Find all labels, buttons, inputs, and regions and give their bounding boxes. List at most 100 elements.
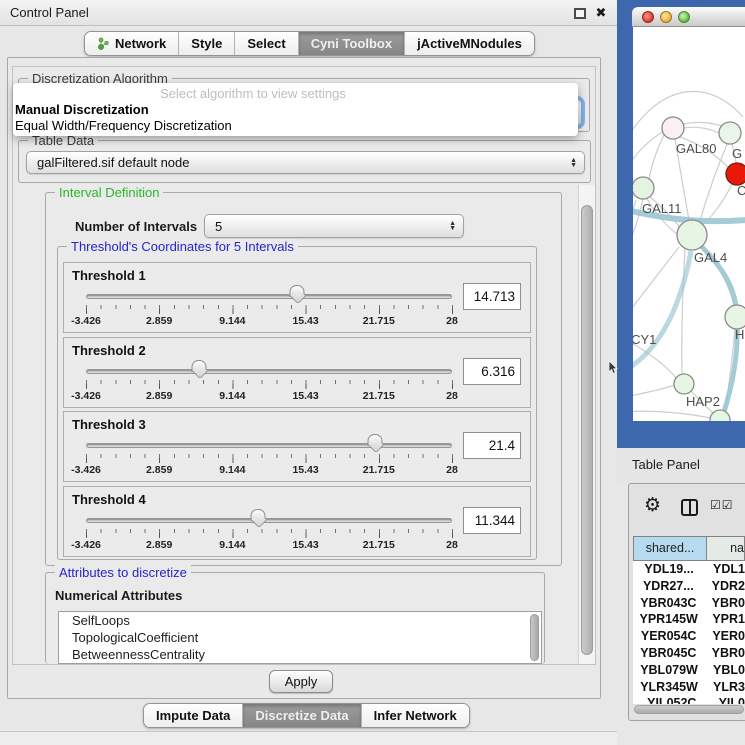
label-g-cut: G bbox=[732, 146, 742, 161]
window-close-icon[interactable] bbox=[642, 11, 654, 23]
attributes-list-scrollbar[interactable] bbox=[530, 614, 539, 661]
cell-name[interactable]: YBL0 bbox=[705, 662, 745, 679]
network-window-titlebar[interactable] bbox=[632, 7, 745, 27]
table-row[interactable]: YPR145WYPR1 bbox=[633, 611, 745, 628]
threshold-1-slider-track[interactable] bbox=[86, 294, 452, 299]
number-of-intervals-combobox[interactable]: 5 ▲▼ bbox=[204, 214, 464, 238]
threshold-4-row: Threshold 4 -3.4262.8599.14415.4321.7152… bbox=[63, 486, 531, 557]
threshold-2-slider-track[interactable] bbox=[86, 369, 452, 374]
tick-label: 28 bbox=[446, 390, 458, 402]
numerical-attributes-list[interactable]: SelfLoopsTopologicalCoefficientBetweenne… bbox=[58, 611, 542, 664]
threshold-3-label: Threshold 3 bbox=[72, 417, 146, 432]
combo-arrows-icon: ▲▼ bbox=[449, 221, 456, 231]
tab-select[interactable]: Select bbox=[234, 32, 297, 55]
tab-impute-data[interactable]: Impute Data bbox=[144, 704, 242, 727]
threshold-1-row: Threshold 1 -3.4262.8599.14415.4321.7152… bbox=[63, 262, 531, 333]
node-hap2[interactable] bbox=[674, 374, 694, 394]
cell-name[interactable]: YLR3 bbox=[705, 679, 745, 696]
tick-label: -3.426 bbox=[71, 539, 101, 551]
table-row[interactable]: YBL079WYBL0 bbox=[633, 662, 745, 679]
table-panel-titlebar: Table Panel bbox=[617, 448, 745, 482]
threshold-2-value-field[interactable]: 6.316 bbox=[463, 358, 521, 385]
close-icon[interactable]: ✖ bbox=[593, 4, 609, 22]
cell-name[interactable]: YDR2 bbox=[704, 578, 745, 595]
cell-shared-name[interactable]: YER054C bbox=[633, 628, 704, 645]
tab-network[interactable]: Network bbox=[85, 32, 178, 55]
cell-name[interactable]: YPR1 bbox=[704, 611, 745, 628]
tab-discretize-data-label: Discretize Data bbox=[255, 708, 348, 723]
node-gal80[interactable] bbox=[662, 117, 684, 139]
threshold-1-value-field[interactable]: 14.713 bbox=[463, 283, 521, 310]
gear-icon[interactable]: ⚙ bbox=[644, 494, 661, 517]
label-gcy1: GCY1 bbox=[633, 332, 656, 347]
table-row[interactable]: YDL19...YDL1 bbox=[633, 561, 745, 578]
label-h-cut: H bbox=[735, 327, 744, 342]
cell-shared-name[interactable]: YPR145W bbox=[633, 611, 704, 628]
cell-shared-name[interactable]: YBL079W bbox=[633, 662, 705, 679]
threshold-3-value-field[interactable]: 21.4 bbox=[463, 432, 521, 459]
numerical-attributes-heading: Numerical Attributes bbox=[55, 588, 182, 603]
cell-shared-name[interactable]: YDR27... bbox=[633, 578, 704, 595]
threshold-4-slider-track[interactable] bbox=[86, 518, 452, 523]
threshold-1-slider-thumb[interactable] bbox=[290, 285, 305, 297]
cell-shared-name[interactable]: YIL052C bbox=[633, 695, 711, 704]
cell-name[interactable]: YER0 bbox=[704, 628, 745, 645]
cell-shared-name[interactable]: YBR043C bbox=[633, 595, 704, 612]
network-view-canvas[interactable]: GAL80 G C GAL11 GAL4 GCY1 H HAP2 bbox=[633, 27, 745, 421]
node-bottom-partial[interactable] bbox=[710, 410, 730, 421]
attribute-item[interactable]: BetweennessCentrality bbox=[59, 646, 541, 663]
column-header-shared-name[interactable]: shared... bbox=[633, 536, 707, 561]
option-manual-discretization[interactable]: Manual Discretization bbox=[15, 102, 149, 117]
threshold-4-slider-thumb[interactable] bbox=[251, 509, 266, 521]
threshold-2-slider-thumb[interactable] bbox=[192, 360, 207, 372]
node-gal4[interactable] bbox=[677, 220, 707, 250]
algorithm-dropdown-popup: Select algorithm to view settings Manual… bbox=[13, 83, 578, 136]
float-icon[interactable] bbox=[574, 8, 586, 19]
tab-network-label: Network bbox=[115, 36, 166, 51]
tab-cyni-toolbox[interactable]: Cyni Toolbox bbox=[298, 32, 404, 55]
table-row[interactable]: YBR043CYBR0 bbox=[633, 595, 745, 612]
option-equal-width-frequency[interactable]: Equal Width/Frequency Discretization bbox=[15, 118, 232, 133]
table-row[interactable]: YLR345WYLR3 bbox=[633, 679, 745, 696]
window-minimize-icon[interactable] bbox=[660, 11, 672, 23]
cell-name[interactable]: YBR0 bbox=[704, 595, 745, 612]
cell-shared-name[interactable]: YLR345W bbox=[633, 679, 705, 696]
cell-name[interactable]: YDL1 bbox=[705, 561, 745, 578]
node-right-mid[interactable] bbox=[725, 305, 745, 329]
control-panel-titlebar: Control Panel ✖ bbox=[0, 0, 617, 26]
slider-ticks bbox=[86, 529, 453, 538]
cell-name[interactable]: YBR0 bbox=[704, 645, 745, 662]
tab-infer-network[interactable]: Infer Network bbox=[361, 704, 469, 727]
node-right-top[interactable] bbox=[719, 122, 741, 144]
apply-button[interactable]: Apply bbox=[269, 670, 333, 693]
attribute-item[interactable]: SelfLoops bbox=[59, 612, 541, 629]
table-row[interactable]: YBR045CYBR0 bbox=[633, 645, 745, 662]
cell-shared-name[interactable]: YDL19... bbox=[633, 561, 705, 578]
table-row[interactable]: YIL052CYIL0 bbox=[633, 695, 745, 704]
window-zoom-icon[interactable] bbox=[678, 11, 690, 23]
threshold-3-slider-thumb[interactable] bbox=[368, 434, 383, 446]
split-columns-icon[interactable] bbox=[681, 499, 698, 516]
node-gal11[interactable] bbox=[633, 177, 654, 199]
panel-scrollbar-thumb[interactable] bbox=[581, 205, 593, 655]
tab-jactivemnodules[interactable]: jActiveMNodules bbox=[404, 32, 534, 55]
threshold-3-row: Threshold 3 -3.4262.8599.14415.4321.7152… bbox=[63, 411, 531, 482]
attribute-item[interactable]: TopologicalCoefficient bbox=[59, 629, 541, 646]
tab-impute-data-label: Impute Data bbox=[156, 708, 230, 723]
combo-arrows-icon: ▲▼ bbox=[570, 158, 577, 168]
panel-scrollbar-track[interactable] bbox=[578, 185, 595, 664]
table-horizontal-scrollbar[interactable] bbox=[634, 705, 744, 714]
checkbox-filter-icons[interactable]: ☑☑ bbox=[710, 498, 734, 512]
column-header-name[interactable]: na bbox=[707, 536, 745, 561]
node-red-highlight[interactable] bbox=[726, 163, 745, 185]
table-row[interactable]: YDR27...YDR2 bbox=[633, 578, 745, 595]
table-row[interactable]: YER054CYER0 bbox=[633, 628, 745, 645]
threshold-3-slider-track[interactable] bbox=[86, 443, 452, 448]
tick-label: -3.426 bbox=[71, 390, 101, 402]
cell-shared-name[interactable]: YBR045C bbox=[633, 645, 704, 662]
threshold-4-value-field[interactable]: 11.344 bbox=[463, 507, 521, 534]
tab-discretize-data[interactable]: Discretize Data bbox=[242, 704, 360, 727]
cell-name[interactable]: YIL0 bbox=[711, 695, 745, 704]
tab-style[interactable]: Style bbox=[178, 32, 234, 55]
table-data-combobox[interactable]: galFiltered.sif default node ▲▼ bbox=[26, 151, 585, 174]
